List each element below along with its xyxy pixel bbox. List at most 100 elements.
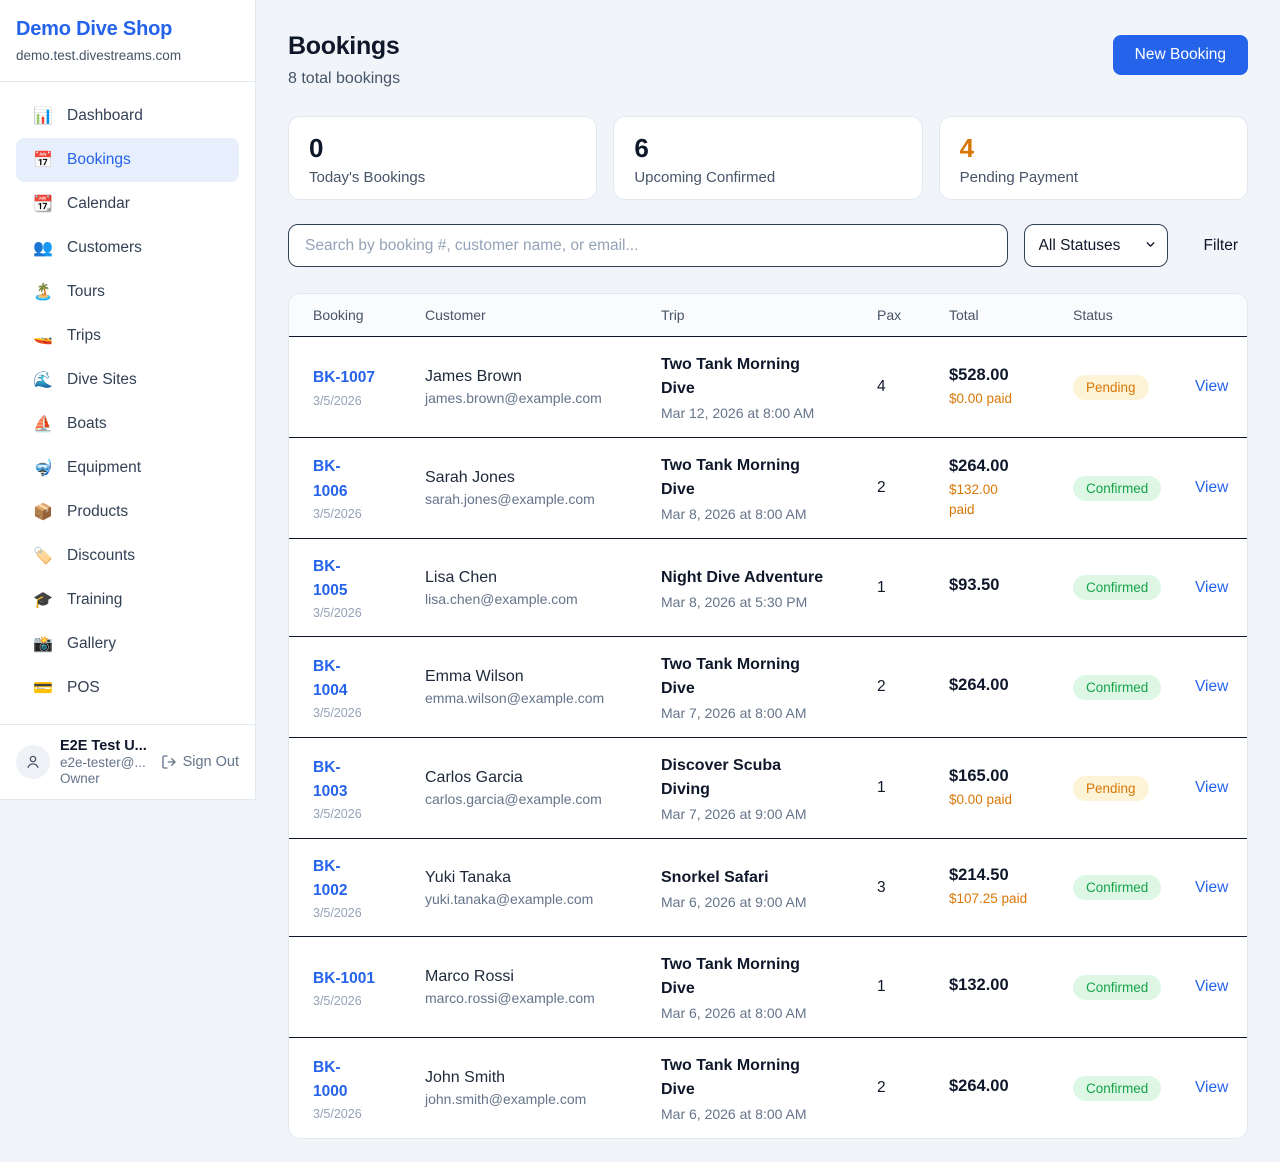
- booking-id-link[interactable]: BK- 1003: [313, 756, 347, 804]
- view-link[interactable]: View: [1195, 579, 1228, 596]
- customer-email: emma.wilson@example.com: [425, 690, 629, 706]
- customer-email: lisa.chen@example.com: [425, 591, 629, 607]
- user-email: e2e-tester@...: [60, 755, 151, 770]
- status-select[interactable]: All Statuses: [1025, 225, 1167, 266]
- filter-button[interactable]: Filter: [1194, 229, 1248, 263]
- column-header-trip: Trip: [645, 294, 861, 337]
- trip-name: Two Tank Morning Dive: [661, 1054, 845, 1102]
- sidebar-item-equipment[interactable]: 🤿 Equipment: [16, 446, 239, 490]
- view-link[interactable]: View: [1195, 479, 1228, 496]
- status-badge: Confirmed: [1073, 1076, 1161, 1101]
- pax-count: 3: [861, 839, 933, 937]
- tag-icon: 🏷️: [32, 546, 54, 566]
- total-amount: $93.50: [949, 576, 1041, 595]
- dashboard-icon: 📊: [32, 106, 54, 126]
- customer-name: Emma Wilson: [425, 668, 629, 686]
- sidebar-item-bookings[interactable]: 📅 Bookings: [16, 138, 239, 182]
- sidebar-item-label: Training: [67, 591, 122, 609]
- view-link[interactable]: View: [1195, 978, 1228, 995]
- view-link[interactable]: View: [1195, 378, 1228, 395]
- sign-out-button[interactable]: Sign Out: [161, 754, 239, 770]
- bookings-table: Booking Customer Trip Pax Total Status B…: [289, 294, 1247, 1138]
- booking-id-link[interactable]: BK- 1004: [313, 655, 347, 703]
- booking-id-link[interactable]: BK- 1005: [313, 555, 347, 603]
- pax-count: 1: [861, 738, 933, 839]
- total-bookings-count: 8 total bookings: [288, 70, 400, 88]
- graduation-cap-icon: 🎓: [32, 590, 54, 610]
- search-input[interactable]: [288, 224, 1008, 267]
- status-select-wrap: All Statuses: [1024, 224, 1168, 267]
- sidebar-item-training[interactable]: 🎓 Training: [16, 578, 239, 622]
- booking-date: 3/5/2026: [313, 706, 393, 720]
- table-row: BK- 10003/5/2026 John Smithjohn.smith@ex…: [289, 1038, 1247, 1139]
- booking-date: 3/5/2026: [313, 606, 393, 620]
- filter-row: All Statuses Filter: [288, 224, 1248, 267]
- customer-email: marco.rossi@example.com: [425, 990, 629, 1006]
- status-badge: Confirmed: [1073, 975, 1161, 1000]
- sidebar: Demo Dive Shop demo.test.divestreams.com…: [0, 0, 256, 800]
- table-row: BK-10013/5/2026 Marco Rossimarco.rossi@e…: [289, 937, 1247, 1038]
- user-role: Owner: [60, 771, 151, 786]
- table-row: BK-10073/5/2026 James Brownjames.brown@e…: [289, 337, 1247, 438]
- column-header-booking: Booking: [289, 294, 409, 337]
- customer-name: John Smith: [425, 1069, 629, 1087]
- sidebar-item-customers[interactable]: 👥 Customers: [16, 226, 239, 270]
- column-header-actions: [1179, 294, 1247, 337]
- booking-id-link[interactable]: BK- 1006: [313, 455, 347, 503]
- sidebar-item-pos[interactable]: 💳 POS: [16, 666, 239, 710]
- sidebar-item-dive-sites[interactable]: 🌊 Dive Sites: [16, 358, 239, 402]
- customer-name: James Brown: [425, 368, 629, 386]
- status-badge: Confirmed: [1073, 575, 1161, 600]
- view-link[interactable]: View: [1195, 779, 1228, 796]
- paid-amount: $0.00 paid: [949, 790, 1041, 810]
- sidebar-item-trips[interactable]: 🚤 Trips: [16, 314, 239, 358]
- view-link[interactable]: View: [1195, 1079, 1228, 1096]
- credit-card-icon: 💳: [32, 678, 54, 698]
- booking-date: 3/5/2026: [313, 807, 393, 821]
- trip-datetime: Mar 6, 2026 at 9:00 AM: [661, 894, 845, 910]
- page-header: Bookings 8 total bookings New Booking: [288, 32, 1248, 88]
- shop-header: Demo Dive Shop demo.test.divestreams.com: [0, 0, 255, 82]
- booking-date: 3/5/2026: [313, 394, 393, 408]
- sidebar-item-tours[interactable]: 🏝️ Tours: [16, 270, 239, 314]
- dive-mask-icon: 🤿: [32, 458, 54, 478]
- booking-id-link[interactable]: BK- 1000: [313, 1056, 347, 1104]
- sidebar-item-gallery[interactable]: 📸 Gallery: [16, 622, 239, 666]
- stat-value: 4: [960, 134, 1227, 163]
- trip-datetime: Mar 6, 2026 at 8:00 AM: [661, 1005, 845, 1021]
- sidebar-item-label: Equipment: [67, 459, 141, 477]
- trip-name: Snorkel Safari: [661, 866, 845, 890]
- trip-name: Two Tank Morning Dive: [661, 454, 845, 502]
- column-header-total: Total: [933, 294, 1057, 337]
- sidebar-item-label: Boats: [67, 415, 107, 433]
- booking-id-link[interactable]: BK-1001: [313, 967, 375, 991]
- booking-date: 3/5/2026: [313, 507, 393, 521]
- page-title: Bookings: [288, 32, 400, 61]
- sidebar-item-dashboard[interactable]: 📊 Dashboard: [16, 94, 239, 138]
- new-booking-button[interactable]: New Booking: [1113, 35, 1248, 75]
- shop-name: Demo Dive Shop: [16, 18, 239, 41]
- pax-count: 2: [861, 637, 933, 738]
- status-badge: Pending: [1073, 776, 1149, 801]
- sidebar-item-discounts[interactable]: 🏷️ Discounts: [16, 534, 239, 578]
- trip-name: Two Tank Morning Dive: [661, 353, 845, 401]
- sidebar-item-label: Trips: [67, 327, 101, 345]
- customer-name: Carlos Garcia: [425, 769, 629, 787]
- customer-email: carlos.garcia@example.com: [425, 791, 629, 807]
- total-amount: $132.00: [949, 976, 1041, 995]
- stats-row: 0 Today's Bookings 6 Upcoming Confirmed …: [288, 116, 1248, 200]
- booking-id-link[interactable]: BK- 1002: [313, 855, 347, 903]
- booking-id-link[interactable]: BK-1007: [313, 366, 375, 390]
- sidebar-item-calendar[interactable]: 📆 Calendar: [16, 182, 239, 226]
- trip-datetime: Mar 12, 2026 at 8:00 AM: [661, 405, 845, 421]
- view-link[interactable]: View: [1195, 678, 1228, 695]
- total-amount: $264.00: [949, 457, 1041, 476]
- sidebar-item-products[interactable]: 📦 Products: [16, 490, 239, 534]
- pax-count: 1: [861, 937, 933, 1038]
- status-badge: Confirmed: [1073, 875, 1161, 900]
- shop-domain: demo.test.divestreams.com: [16, 48, 239, 63]
- sidebar-item-boats[interactable]: ⛵ Boats: [16, 402, 239, 446]
- booking-date: 3/5/2026: [313, 1107, 393, 1121]
- view-link[interactable]: View: [1195, 879, 1228, 896]
- sidebar-item-label: Dive Sites: [67, 371, 137, 389]
